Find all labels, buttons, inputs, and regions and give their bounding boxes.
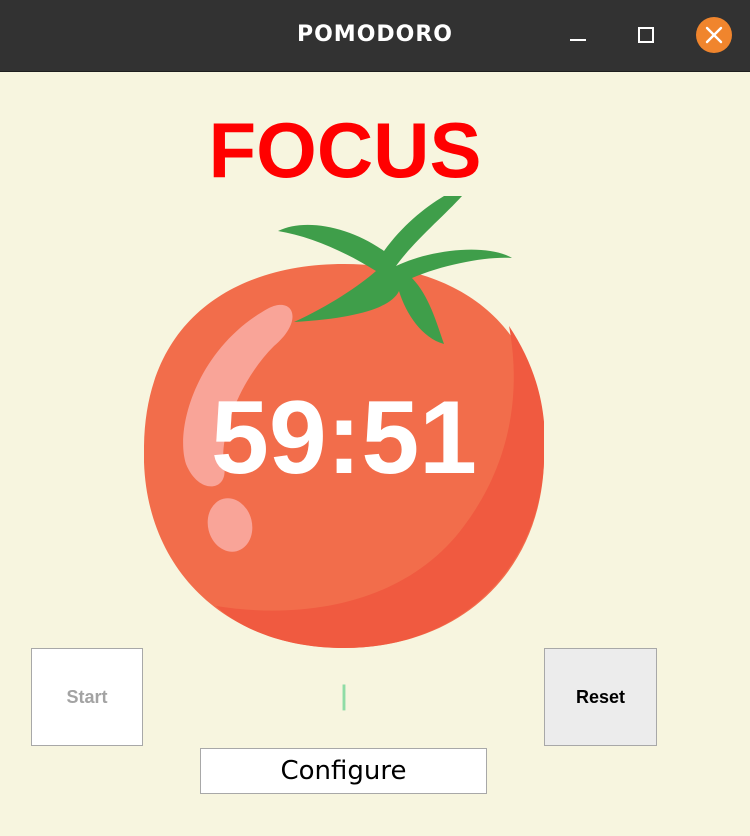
maximize-icon — [638, 27, 654, 43]
session-checkmarks: | — [339, 681, 349, 711]
configure-button[interactable]: Configure — [200, 748, 487, 794]
start-button[interactable]: Start — [31, 648, 143, 746]
timer-display: 59:51 — [211, 380, 477, 496]
maximize-button[interactable] — [628, 17, 664, 53]
minimize-icon — [570, 39, 586, 41]
pomodoro-window: POMODORO FOCUS 59:51 Start | Reset Confi… — [0, 0, 750, 836]
title-bar[interactable]: POMODORO — [0, 0, 750, 72]
close-button[interactable] — [696, 17, 732, 53]
minimize-button[interactable] — [560, 17, 596, 53]
reset-button[interactable]: Reset — [544, 648, 657, 746]
mode-label: FOCUS — [208, 106, 482, 194]
close-icon — [705, 26, 723, 44]
